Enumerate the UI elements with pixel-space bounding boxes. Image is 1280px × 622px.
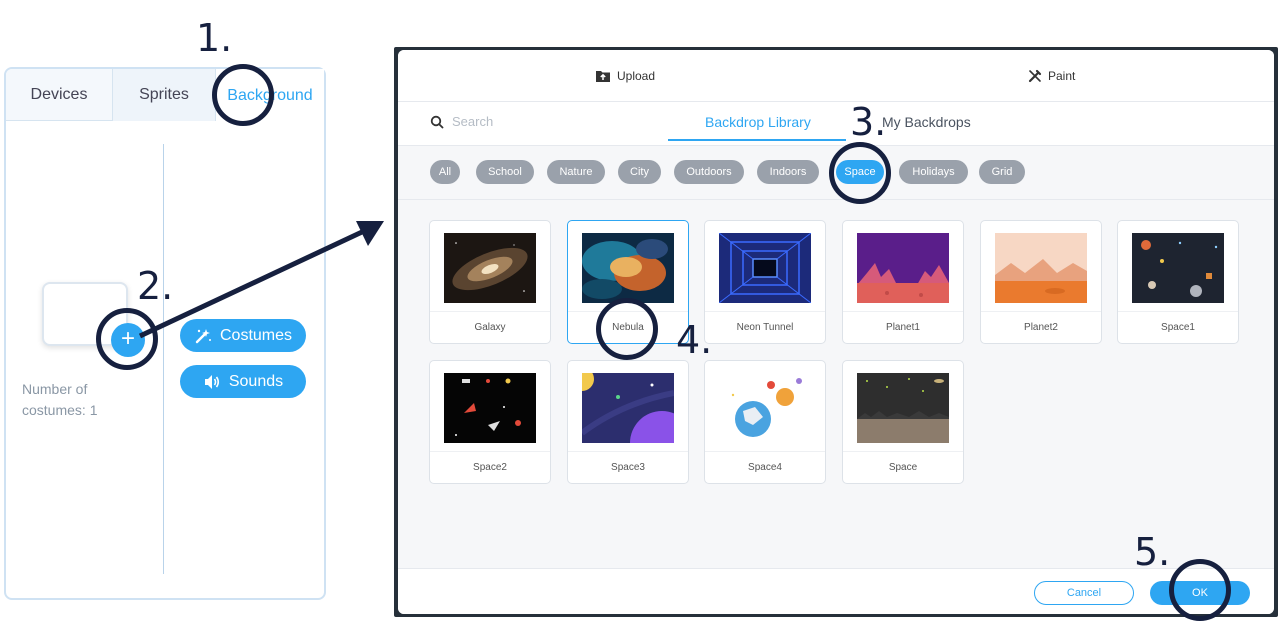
backdrop-label: Space1 (1118, 311, 1238, 343)
space2-thumbnail (444, 373, 536, 443)
step-2-circle (96, 308, 158, 370)
backdrop-label: Neon Tunnel (705, 311, 825, 343)
number-of-costumes-text: Number of costumes: 1 (22, 381, 98, 418)
galaxy-thumbnail (444, 233, 536, 303)
search-box[interactable]: Search (430, 114, 493, 129)
step-5-label: 5. (1134, 530, 1171, 574)
dialog-footer: Cancel OK (398, 568, 1274, 614)
panel-tab-bar: Devices Sprites Background (6, 69, 324, 122)
cancel-button[interactable]: Cancel (1034, 581, 1134, 605)
backdrop-card-neon-tunnel[interactable]: Neon Tunnel (704, 220, 826, 344)
paint-label: Paint (1048, 69, 1076, 83)
backdrop-card-galaxy[interactable]: Galaxy (429, 220, 551, 344)
backdrop-label: Space4 (705, 451, 825, 483)
costumes-wand-icon (195, 328, 211, 343)
step-1-circle (212, 64, 274, 126)
search-icon (430, 115, 444, 128)
backdrop-label: Planet2 (981, 311, 1101, 343)
category-indoors[interactable]: Indoors (757, 160, 819, 184)
category-holidays[interactable]: Holidays (899, 160, 968, 184)
category-nature[interactable]: Nature (547, 160, 605, 184)
tutorial-screenshot: Devices Sprites Background + Number of c… (0, 0, 1280, 622)
paint-button[interactable]: Paint (1028, 66, 1075, 86)
nebula-thumbnail (582, 233, 674, 303)
backdrop-label: Space3 (568, 451, 688, 483)
tab-backdrop-library[interactable]: Backdrop Library (705, 114, 811, 130)
backdrop-grid: Galaxy Nebula Neon Tunnel Planet1 Planet… (398, 200, 1274, 568)
space3-thumbnail (582, 373, 674, 443)
category-outdoors[interactable]: Outdoors (674, 160, 744, 184)
paint-icon (1028, 69, 1042, 83)
backdrop-card-space2[interactable]: Space2 (429, 360, 551, 484)
tab-sprites[interactable]: Sprites (112, 69, 216, 121)
space1-thumbnail (1132, 233, 1224, 303)
category-school[interactable]: School (476, 160, 534, 184)
space4-thumbnail (719, 373, 811, 443)
planet1-thumbnail (857, 233, 949, 303)
backdrop-card-space[interactable]: Space (842, 360, 964, 484)
backdrop-card-planet1[interactable]: Planet1 (842, 220, 964, 344)
panel-divider (163, 144, 164, 574)
speaker-icon (204, 374, 219, 389)
backdrop-card-space1[interactable]: Space1 (1117, 220, 1239, 344)
step-4-circle (596, 298, 658, 360)
step-2-label: 2. (137, 264, 174, 308)
backdrop-card-space4[interactable]: Space4 (704, 360, 826, 484)
category-grid[interactable]: Grid (979, 160, 1025, 184)
category-city[interactable]: City (618, 160, 661, 184)
space-thumbnail (857, 373, 949, 443)
neon-tunnel-thumbnail (719, 233, 811, 303)
backdrop-label: Space2 (430, 451, 550, 483)
stage-panel: Devices Sprites Background + Number of c… (4, 67, 326, 600)
step-4-label: 4. (676, 318, 713, 362)
tab-my-backdrops[interactable]: My Backdrops (882, 114, 971, 130)
search-input[interactable]: Search (452, 114, 493, 129)
backdrop-label: Planet1 (843, 311, 963, 343)
step-3-label: 3. (850, 100, 887, 144)
step-1-label: 1. (196, 16, 233, 60)
tab-devices[interactable]: Devices (6, 69, 112, 121)
backdrop-label: Galaxy (430, 311, 550, 343)
sounds-button[interactable]: Sounds (180, 365, 306, 398)
upload-label: Upload (617, 69, 656, 83)
upload-button[interactable]: Upload (595, 66, 655, 86)
backdrop-label: Space (843, 451, 963, 483)
dialog-header: Upload Paint (398, 50, 1274, 102)
costumes-button[interactable]: Costumes (180, 319, 306, 352)
sounds-label: Sounds (228, 372, 284, 390)
upload-icon (596, 71, 610, 82)
planet2-thumbnail (995, 233, 1087, 303)
backdrop-card-space3[interactable]: Space3 (567, 360, 689, 484)
active-tab-underline (668, 139, 846, 141)
costumes-label: Costumes (219, 326, 293, 344)
category-all[interactable]: All (430, 160, 460, 184)
step-5-circle (1169, 559, 1231, 621)
step-3-circle (829, 142, 891, 204)
backdrop-card-planet2[interactable]: Planet2 (980, 220, 1102, 344)
